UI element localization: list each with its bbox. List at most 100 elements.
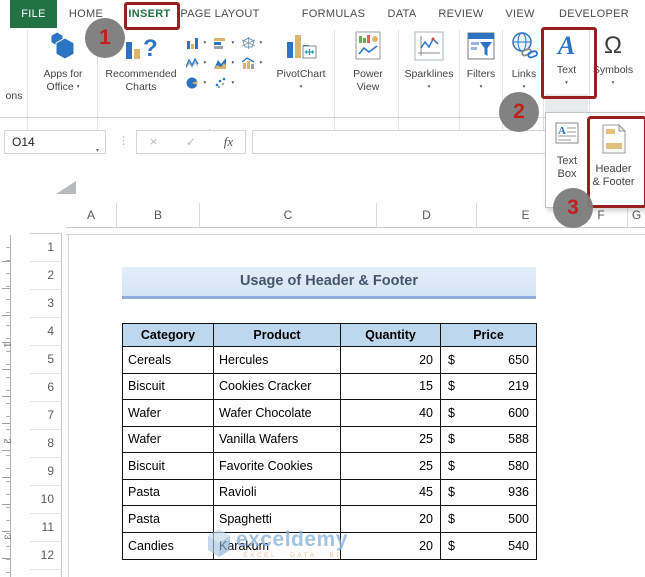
ruler-mark: 2 [2,438,13,444]
cell-quantity[interactable]: 25 [341,426,441,453]
line-chart-button[interactable]: ▾ [185,54,206,72]
combo-chart-button[interactable]: ▾ [241,54,263,72]
menu-item-header-footer[interactable]: Header & Footer [590,123,637,189]
cell-price[interactable]: $588 [441,426,536,453]
cell-product[interactable]: Wafer Chocolate [214,400,341,427]
ruler-mark: 1 [2,342,13,348]
cell-quantity[interactable]: 40 [341,400,441,427]
row-header[interactable]: 4 [30,318,61,346]
symbols-label: Symbols [592,64,634,76]
cell-category[interactable]: Wafer [123,400,214,427]
menu-item-text-box[interactable]: A Text Box [548,121,586,181]
tab-file[interactable]: FILE [10,0,57,28]
bar-chart-icon [214,37,225,49]
caret-icon: ▾ [259,59,263,66]
price-value: 650 [508,352,529,367]
currency-symbol: $ [448,432,455,447]
cell-price[interactable]: $936 [441,479,536,506]
filters-button[interactable]: Filters ▾ [461,30,501,94]
name-box-caret-icon[interactable]: ▾ [96,140,99,162]
cell-category[interactable]: Pasta [123,506,214,533]
cell-price[interactable]: $600 [441,400,536,427]
column-chart-button[interactable]: ▾ [186,34,206,52]
row-header[interactable]: 6 [30,374,61,402]
sparklines-button[interactable]: Sparklines ▾ [400,30,458,94]
cell-category[interactable]: Pasta [123,479,214,506]
power-view-label-2: View [356,81,380,93]
column-header-d[interactable]: D [377,203,477,227]
pivotchart-button[interactable]: PivotChart ▾ [270,32,332,94]
svg-text:A: A [558,125,566,137]
currency-symbol: $ [448,458,455,473]
power-view-button[interactable]: Power View [340,30,396,94]
row-header[interactable]: 11 [30,514,61,542]
row-header[interactable]: 12 [30,542,61,570]
cell-quantity[interactable]: 20 [341,347,441,374]
tab-formulas[interactable]: FORMULAS [298,0,369,28]
cell-quantity[interactable]: 15 [341,373,441,400]
cell-product[interactable]: Spaghetti [214,506,341,533]
enter-icon[interactable]: ✓ [174,131,207,153]
column-header-a[interactable]: A [66,203,117,227]
sheet-title-cell[interactable]: Usage of Header & Footer [122,267,536,299]
links-button[interactable]: Links ▾ [504,30,544,94]
cell-quantity[interactable]: 45 [341,479,441,506]
clipped-illustrations-button[interactable]: ons [2,62,26,103]
cell-product[interactable]: Ravioli [214,479,341,506]
row-header[interactable]: 9 [30,458,61,486]
cell-product[interactable]: Karakum [214,532,341,559]
area-chart-button[interactable]: ▾ [214,54,234,72]
column-header-c[interactable]: C [200,203,377,227]
cell-price[interactable]: $219 [441,373,536,400]
row-header[interactable]: 3 [30,290,61,318]
cell-category[interactable]: Cereals [123,347,214,374]
cell-category[interactable]: Candies [123,532,214,559]
cell-quantity[interactable]: 20 [341,506,441,533]
cell-category[interactable]: Biscuit [123,453,214,480]
tab-view[interactable]: VIEW [505,0,535,28]
scatter-chart-button[interactable]: ▾ [214,74,234,92]
tab-data[interactable]: DATA [385,0,419,28]
cell-product[interactable]: Vanilla Wafers [214,426,341,453]
cell-product[interactable]: Cookies Cracker [214,373,341,400]
pie-chart-button[interactable]: ▾ [186,74,206,92]
row-header[interactable]: 10 [30,486,61,514]
tab-review[interactable]: REVIEW [438,0,484,28]
cell-price[interactable]: $650 [441,347,536,374]
cell-product[interactable]: Hercules [214,347,341,374]
row-header[interactable]: 7 [30,402,61,430]
insert-function-icon[interactable]: fx [212,131,245,153]
select-all-icon[interactable] [56,181,76,194]
row-header[interactable]: 8 [30,430,61,458]
header-footer-label-2: & Footer [592,176,635,188]
cell-price[interactable]: $540 [441,532,536,559]
table-header-product[interactable]: Product [214,324,341,347]
name-box[interactable]: O14 ▾ [4,130,106,154]
table-header-price[interactable]: Price [441,324,536,347]
apps-label-1: Apps for [43,68,83,80]
pivotchart-label: PivotChart [276,68,326,80]
tab-page-layout[interactable]: PAGE LAYOUT [176,0,264,28]
row-header[interactable]: 1 [30,234,61,262]
row-header[interactable]: 5 [30,346,61,374]
formula-buttons: × ✓ fx [136,130,246,154]
caret-icon: ▾ [522,84,526,91]
caret-icon: ▾ [203,39,207,46]
cell-quantity[interactable]: 20 [341,532,441,559]
table-header-quantity[interactable]: Quantity [341,324,441,347]
column-header-b[interactable]: B [117,203,200,227]
cancel-icon[interactable]: × [137,131,170,153]
row-header[interactable] [30,570,61,577]
cell-category[interactable]: Wafer [123,426,214,453]
pivotchart-icon [270,32,332,66]
cell-quantity[interactable]: 25 [341,453,441,480]
cell-category[interactable]: Biscuit [123,373,214,400]
cell-product[interactable]: Favorite Cookies [214,453,341,480]
cell-price[interactable]: $580 [441,453,536,480]
row-header[interactable]: 2 [30,262,61,290]
table-header-category[interactable]: Category [123,324,214,347]
tab-developer[interactable]: DEVELOPER [556,0,632,28]
bar-chart-button[interactable]: ▾ [214,34,234,52]
cell-price[interactable]: $500 [441,506,536,533]
radar-chart-button[interactable]: ▾ [241,34,262,52]
